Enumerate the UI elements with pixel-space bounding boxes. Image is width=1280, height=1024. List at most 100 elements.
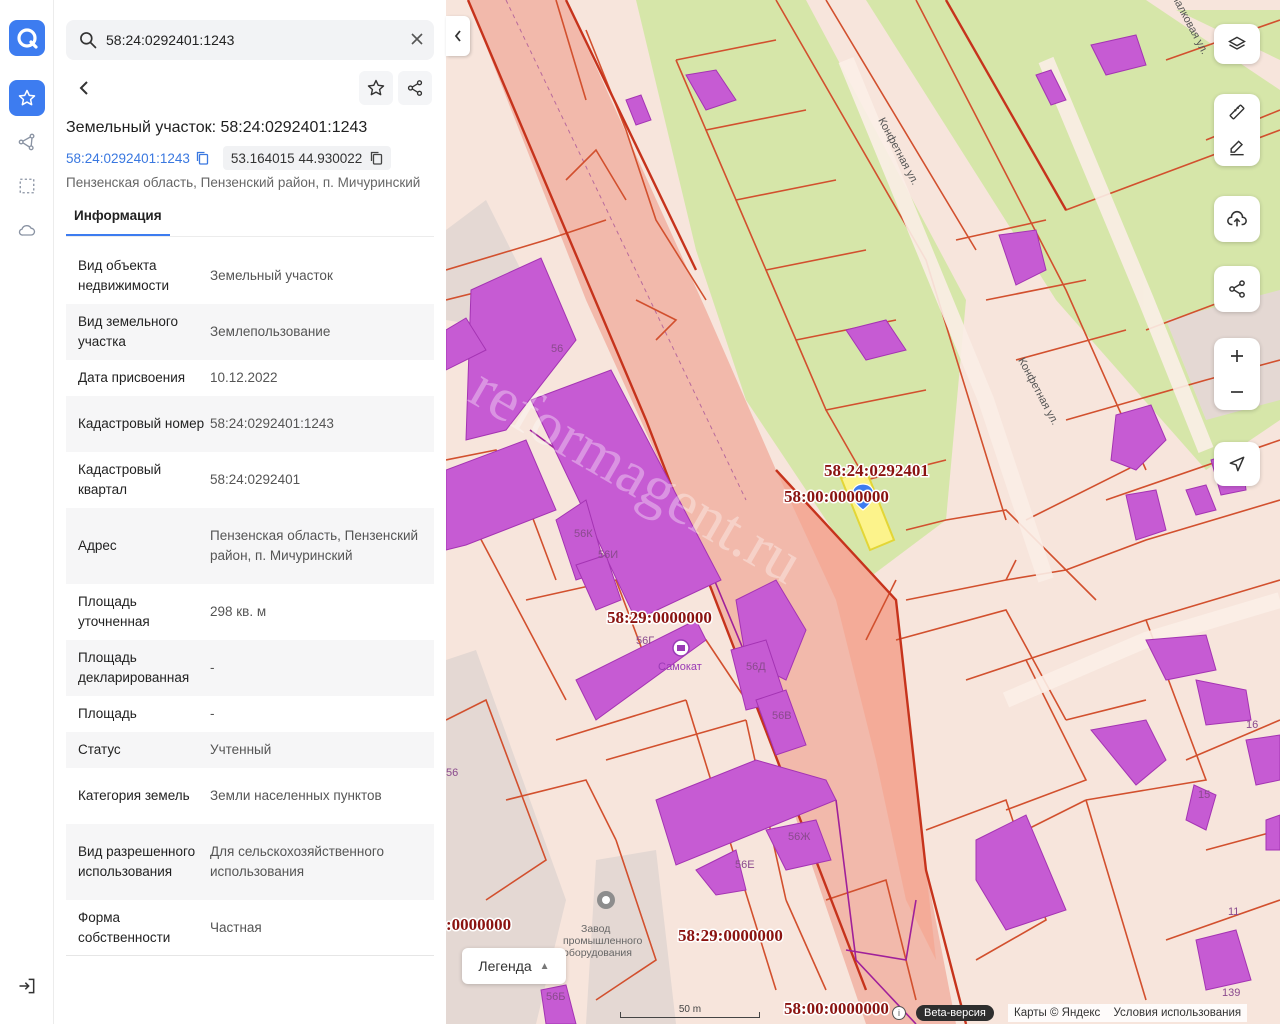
share-icon [1229,280,1245,298]
icon-rail [0,0,54,1024]
info-icon[interactable]: i [892,1006,906,1020]
dashed-square-icon [19,178,35,194]
table-row: Адрес Пензенская область, Пензенский рай… [66,508,434,584]
back-button[interactable] [66,72,102,104]
favorites-rail-button[interactable] [9,80,45,116]
row-key: Кадастровый квартал [78,462,162,497]
share-icon [407,80,423,96]
address-line: Пензенская область, Пензенский район, п.… [66,175,421,190]
layers-button[interactable] [1214,24,1260,64]
house-number: 56И [598,549,618,561]
table-row: Вид земельного участка Землепользование [66,304,434,360]
quarter-label: :0000000 [446,915,511,934]
table-row: Вид разрешенного использования Для сельс… [66,824,434,900]
layers-icon [1228,36,1246,50]
search-box [66,20,434,60]
house-number: 56 [551,343,563,355]
row-value: Землепользование [210,324,331,339]
house-number: 56 [446,767,458,779]
table-row: Категория земель Земли населенных пункто… [66,768,434,824]
copy-coordinates-icon[interactable] [370,151,383,165]
table-row: Вид объекта недвижимости Земельный участ… [66,248,434,304]
tab-information[interactable]: Информация [66,200,170,236]
cadastral-map[interactable]: reformagent.ru 58:24:0292401 58:00:00000… [446,0,1280,1024]
table-row: Форма собственности Частная [66,900,434,956]
select-area-rail-button[interactable] [9,168,45,204]
row-value: Частная [210,919,262,935]
table-row: Кадастровый номер 58:24:0292401:1243 [66,396,434,452]
house-number: 11 [1228,906,1239,918]
clear-search-icon[interactable] [410,32,424,46]
share-button[interactable] [398,71,432,105]
house-number: 56Д [746,661,766,673]
nodes-icon [18,133,35,151]
collapse-panel-button[interactable] [446,16,470,56]
house-number: 139 [1222,987,1240,999]
cloud-rail-button[interactable] [9,212,45,248]
upload-button[interactable] [1214,196,1260,242]
edit-button[interactable] [1214,130,1260,166]
cloud-icon [18,225,36,236]
chevron-up-icon: ▲ [539,960,550,972]
info-table: Вид объекта недвижимости Земельный участ… [66,248,434,956]
row-key: Форма собственности [78,909,171,945]
zoom-in-button[interactable] [1214,338,1260,374]
legend-label: Легенда [478,958,532,974]
cadastral-number-link[interactable]: 58:24:0292401:1243 [66,151,190,166]
search-input[interactable] [106,20,396,60]
row-value: Учтенный [210,742,272,757]
map-attribution: Карты © Яндекс Условия использования [1008,1004,1248,1022]
copy-cadastral-icon[interactable] [196,151,209,165]
scale-bar: 50 m [620,1004,760,1018]
search-icon [80,32,97,49]
cloud-upload-icon [1227,210,1247,227]
logout-icon [19,978,35,994]
quarter-label: 58:24:0292401 [824,461,929,480]
terms-link[interactable]: Условия использования [1114,1007,1242,1019]
row-value: Земельный участок [210,268,333,283]
row-value: Пензенская область, Пензенский район, п.… [210,528,419,563]
table-row: Дата присвоения 10.12.2022 [66,360,434,396]
zoom-out-button[interactable] [1214,374,1260,410]
house-number: 56Г [636,635,654,647]
app-logo[interactable] [9,20,45,56]
edit-icon [1230,140,1244,156]
logout-rail-button[interactable] [9,968,45,1004]
star-outline-icon [367,79,385,96]
tools-group [1214,94,1260,166]
geolocate-button[interactable] [1214,442,1260,486]
row-key: Категория земель [78,788,190,803]
tab-divider [66,236,434,237]
route-rail-button[interactable] [9,124,45,160]
row-value: 58:24:0292401 [210,472,301,487]
row-value: 10.12.2022 [210,370,278,385]
ruler-icon [1229,104,1245,120]
table-row: Площадь уточненная 298 кв. м [66,584,434,640]
map-canvas[interactable]: reformagent.ru 58:24:0292401 58:00:00000… [446,0,1280,1024]
quarter-label: 58:29:0000000 [678,926,783,945]
scale-line [620,1012,760,1018]
map-share-button[interactable] [1214,266,1260,312]
row-key: Вид земельного участка [78,314,179,349]
star-icon [18,89,36,106]
row-value: - [210,660,215,675]
house-number: 56В [772,710,792,722]
house-number: 56Ж [788,831,810,843]
row-value: 298 кв. м [210,604,267,619]
ruler-button[interactable] [1214,94,1260,130]
quarter-label: 58:29:0000000 [607,608,712,627]
row-key: Площадь уточненная [78,594,150,629]
legend-button[interactable]: Легенда ▲ [462,948,566,984]
house-number: 16 [1246,719,1258,731]
table-row: Кадастровый квартал 58:24:0292401 [66,452,434,508]
house-number: 56Е [735,859,755,871]
table-row: Площадь - [66,696,434,732]
object-info-panel: Земельный участок: 58:24:0292401:1243 58… [54,0,446,1024]
row-key: Дата присвоения [78,370,186,385]
favorite-button[interactable] [359,71,393,105]
copyright-text[interactable]: Карты © Яндекс [1014,1007,1100,1019]
chevron-left-icon [454,30,461,42]
quarter-label: 58:00:0000000 [784,999,889,1018]
poi-label: Самокат [658,661,702,673]
row-key: Кадастровый номер [78,416,205,431]
